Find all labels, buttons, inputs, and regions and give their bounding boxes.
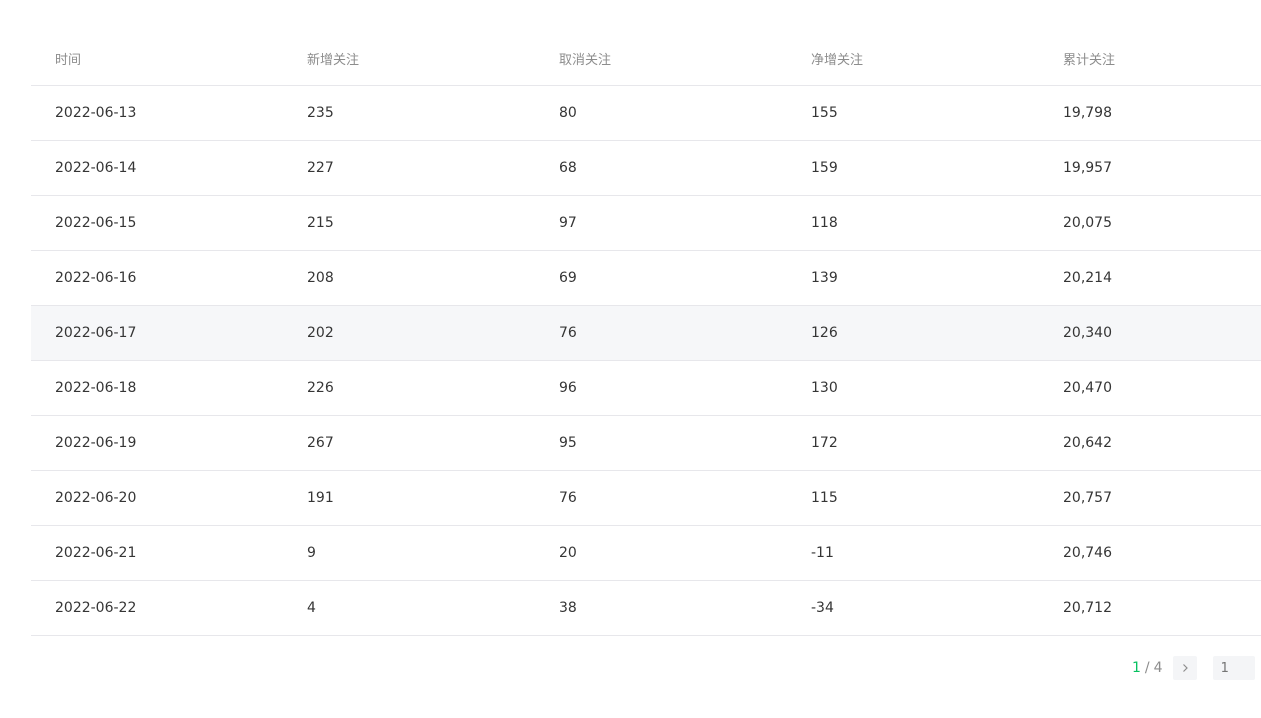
followers-table: 时间 新增关注 取消关注 净增关注 累计关注 2022-06-13 235 80 15… [31, 32, 1261, 636]
cell-total-follows: 19,798 [1063, 105, 1112, 121]
header-time: 时间 [55, 53, 82, 68]
cell-total-follows: 20,746 [1063, 545, 1112, 561]
next-page-button[interactable] [1172, 656, 1197, 680]
cell-unfollows: 80 [559, 105, 577, 121]
cell-total-follows: 20,712 [1063, 600, 1112, 616]
chevron-right-icon [1182, 664, 1188, 672]
cell-time: 2022-06-22 [55, 600, 137, 616]
cell-net-follows: 159 [811, 160, 838, 176]
cell-net-follows: 172 [811, 435, 838, 451]
cell-new-follows: 267 [307, 435, 334, 451]
page-separator: / [1144, 660, 1150, 676]
table-row: 2022-06-17 202 76 126 20,340 [31, 306, 1261, 361]
table-row: 2022-06-13 235 80 155 19,798 [31, 86, 1261, 141]
header-total-follows: 累计关注 [1063, 53, 1116, 68]
cell-total-follows: 20,757 [1063, 490, 1112, 506]
cell-net-follows: 126 [811, 325, 838, 341]
cell-unfollows: 68 [559, 160, 577, 176]
table-row: 2022-06-16 208 69 139 20,214 [31, 251, 1261, 306]
cell-new-follows: 191 [307, 490, 334, 506]
table-header-row: 时间 新增关注 取消关注 净增关注 累计关注 [31, 32, 1261, 86]
table-body: 2022-06-13 235 80 155 19,798 2022-06-14 227 68 1… [31, 86, 1261, 636]
cell-new-follows: 202 [307, 325, 334, 341]
cell-time: 2022-06-20 [55, 490, 137, 506]
current-page: 1 [1132, 660, 1141, 676]
cell-net-follows: 130 [811, 380, 838, 396]
cell-unfollows: 69 [559, 270, 577, 286]
cell-unfollows: 76 [559, 325, 577, 341]
cell-unfollows: 38 [559, 600, 577, 616]
table-row: 2022-06-20 191 76 115 20,757 [31, 471, 1261, 526]
cell-new-follows: 227 [307, 160, 334, 176]
cell-unfollows: 20 [559, 545, 577, 561]
table-row: 2022-06-18 226 96 130 20,470 [31, 361, 1261, 416]
table-row: 2022-06-22 4 38 -34 20,712 [31, 581, 1261, 636]
cell-unfollows: 95 [559, 435, 577, 451]
cell-time: 2022-06-14 [55, 160, 137, 176]
cell-time: 2022-06-13 [55, 105, 137, 121]
cell-new-follows: 235 [307, 105, 334, 121]
header-new-follows: 新增关注 [307, 53, 360, 68]
page-jump-input[interactable] [1212, 656, 1255, 680]
cell-net-follows: 115 [811, 490, 838, 506]
cell-new-follows: 4 [307, 600, 316, 616]
cell-unfollows: 76 [559, 490, 577, 506]
cell-total-follows: 20,642 [1063, 435, 1112, 451]
cell-total-follows: 19,957 [1063, 160, 1112, 176]
table-row: 2022-06-19 267 95 172 20,642 [31, 416, 1261, 471]
table-row: 2022-06-21 9 20 -11 20,746 [31, 526, 1261, 581]
cell-net-follows: 155 [811, 105, 838, 121]
cell-net-follows: -11 [811, 545, 834, 561]
cell-new-follows: 226 [307, 380, 334, 396]
cell-new-follows: 215 [307, 215, 334, 231]
cell-total-follows: 20,214 [1063, 270, 1112, 286]
cell-time: 2022-06-15 [55, 215, 137, 231]
cell-net-follows: 139 [811, 270, 838, 286]
cell-total-follows: 20,470 [1063, 380, 1112, 396]
cell-new-follows: 208 [307, 270, 334, 286]
cell-total-follows: 20,340 [1063, 325, 1112, 341]
cell-unfollows: 97 [559, 215, 577, 231]
total-pages: 4 [1153, 660, 1163, 676]
cell-time: 2022-06-17 [55, 325, 137, 341]
cell-net-follows: -34 [811, 600, 834, 616]
table-row: 2022-06-14 227 68 159 19,957 [31, 141, 1261, 196]
cell-time: 2022-06-16 [55, 270, 137, 286]
table-row: 2022-06-15 215 97 118 20,075 [31, 196, 1261, 251]
cell-time: 2022-06-19 [55, 435, 137, 451]
header-unfollows: 取消关注 [559, 53, 612, 68]
cell-time: 2022-06-21 [55, 545, 137, 561]
cell-unfollows: 96 [559, 380, 577, 396]
pagination: 1 / 4 [1132, 656, 1255, 680]
cell-total-follows: 20,075 [1063, 215, 1112, 231]
header-net-follows: 净增关注 [811, 53, 864, 68]
cell-new-follows: 9 [307, 545, 316, 561]
cell-net-follows: 118 [811, 215, 838, 231]
cell-time: 2022-06-18 [55, 380, 137, 396]
